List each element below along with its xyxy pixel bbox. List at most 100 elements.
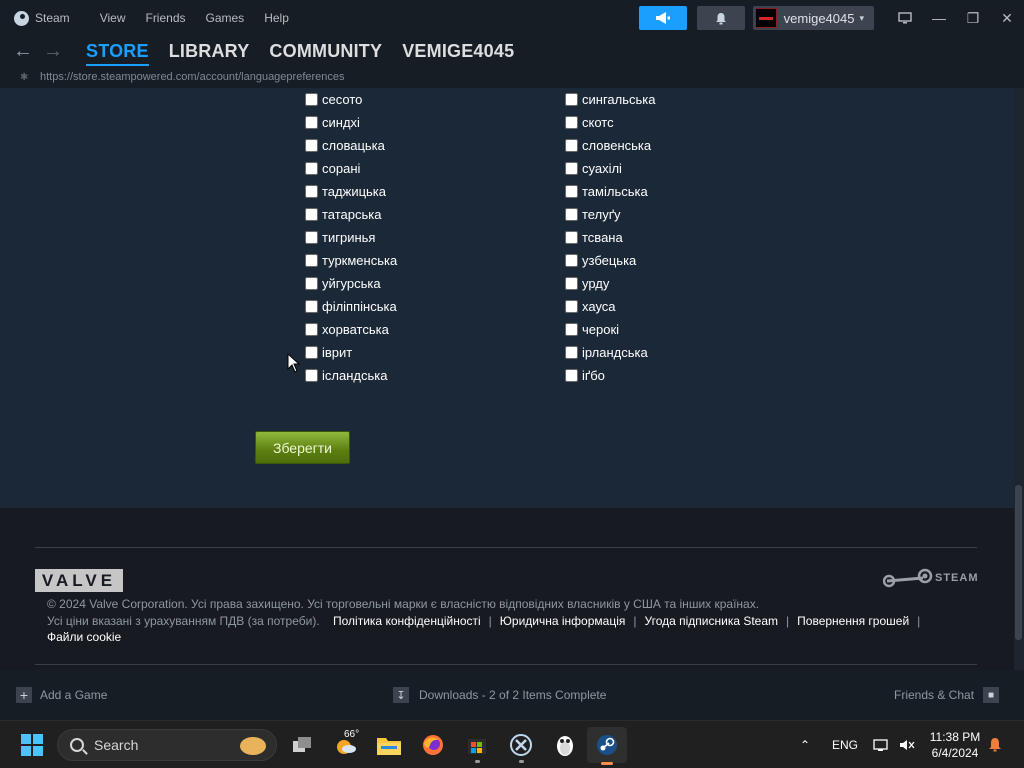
language-option[interactable]: сесото xyxy=(305,88,397,111)
language-option[interactable]: сорані xyxy=(305,157,397,180)
microsoft-store-icon[interactable] xyxy=(463,731,491,763)
language-option[interactable]: урду xyxy=(565,272,655,295)
maximize-button[interactable]: ❐ xyxy=(956,0,990,36)
notifications-button[interactable] xyxy=(696,6,745,30)
menu-help[interactable]: Help xyxy=(254,0,299,36)
language-checkbox[interactable] xyxy=(305,231,318,244)
language-option[interactable]: словенська xyxy=(565,134,655,157)
announcements-button[interactable] xyxy=(638,6,687,30)
language-checkbox[interactable] xyxy=(565,369,578,382)
file-explorer-icon[interactable] xyxy=(375,731,403,759)
add-game-button[interactable]: + Add a Game xyxy=(16,687,107,703)
subscriber-agreement-link[interactable]: Угода підписника Steam xyxy=(645,614,779,628)
steam-footer-logo[interactable]: STEAM xyxy=(883,568,979,588)
language-checkbox[interactable] xyxy=(305,300,318,313)
language-option[interactable]: узбецька xyxy=(565,249,655,272)
close-button[interactable]: ✕ xyxy=(990,0,1024,36)
language-option[interactable]: ісландська xyxy=(305,364,397,387)
language-option[interactable]: суахілі xyxy=(565,157,655,180)
tab-library[interactable]: LIBRARY xyxy=(169,41,250,62)
tab-profile[interactable]: VEMIGE4045 xyxy=(402,41,514,62)
language-checkbox[interactable] xyxy=(305,93,318,106)
show-hidden-icons-button[interactable]: ⌃ xyxy=(800,721,810,768)
friends-chat-button[interactable]: Friends & Chat ■ xyxy=(894,687,1000,703)
language-checkbox[interactable] xyxy=(305,208,318,221)
language-option[interactable]: іґбо xyxy=(565,364,655,387)
language-checkbox[interactable] xyxy=(565,116,578,129)
language-option[interactable]: сингальська xyxy=(565,88,655,111)
menu-friends[interactable]: Friends xyxy=(135,0,195,36)
language-checkbox[interactable] xyxy=(305,162,318,175)
language-option[interactable]: синдхі xyxy=(305,111,397,134)
language-option[interactable]: словацька xyxy=(305,134,397,157)
menu-games[interactable]: Games xyxy=(196,0,255,36)
language-option[interactable]: тсвана xyxy=(565,226,655,249)
legal-info-link[interactable]: Юридична інформація xyxy=(500,614,626,628)
language-checkbox[interactable] xyxy=(305,277,318,290)
language-checkbox[interactable] xyxy=(305,323,318,336)
language-option[interactable]: татарська xyxy=(305,203,397,226)
scrollbar-thumb[interactable] xyxy=(1015,485,1022,640)
tab-community[interactable]: COMMUNITY xyxy=(269,41,382,62)
language-option[interactable]: філіппінська xyxy=(305,295,397,318)
language-checkbox[interactable] xyxy=(305,369,318,382)
input-language-indicator[interactable]: ENG xyxy=(832,721,858,768)
language-option[interactable]: іврит xyxy=(305,341,397,364)
valve-logo[interactable]: VALVE xyxy=(35,569,123,592)
language-checkbox[interactable] xyxy=(305,185,318,198)
volume-muted-icon[interactable] xyxy=(899,721,915,768)
language-checkbox[interactable] xyxy=(565,93,578,106)
app-x-icon[interactable] xyxy=(507,731,535,763)
system-clock[interactable]: 11:38 PM 6/4/2024 xyxy=(920,729,990,761)
account-menu[interactable]: vemige4045 ▾ xyxy=(752,6,874,30)
page-url[interactable]: https://store.steampowered.com/account/l… xyxy=(40,71,345,83)
language-checkbox[interactable] xyxy=(565,346,578,359)
big-picture-button[interactable] xyxy=(888,0,922,36)
language-checkbox[interactable] xyxy=(305,139,318,152)
menu-view[interactable]: View xyxy=(90,0,136,36)
language-checkbox[interactable] xyxy=(565,185,578,198)
language-label: сингальська xyxy=(582,92,656,107)
firefox-icon[interactable] xyxy=(419,731,447,759)
language-checkbox[interactable] xyxy=(305,254,318,267)
language-checkbox[interactable] xyxy=(565,162,578,175)
steam-taskbar-icon[interactable] xyxy=(587,727,627,765)
language-checkbox[interactable] xyxy=(565,300,578,313)
cookies-link[interactable]: Файли cookie xyxy=(47,630,121,644)
minimize-button[interactable]: — xyxy=(922,0,956,36)
back-arrow-icon[interactable]: ← xyxy=(12,40,34,62)
language-checkbox[interactable] xyxy=(305,116,318,129)
tab-store[interactable]: STORE xyxy=(86,41,149,67)
language-option[interactable]: уйгурська xyxy=(305,272,397,295)
notification-bell-icon[interactable] xyxy=(988,721,1002,768)
language-option[interactable]: таджицька xyxy=(305,180,397,203)
steam-menu[interactable]: Steam xyxy=(14,0,80,36)
language-checkbox[interactable] xyxy=(305,346,318,359)
language-option[interactable]: тигринья xyxy=(305,226,397,249)
windows-start-button[interactable] xyxy=(21,734,43,756)
save-button[interactable]: Зберегти xyxy=(255,431,350,464)
task-view-icon[interactable] xyxy=(288,731,316,759)
privacy-policy-link[interactable]: Політика конфіденційності xyxy=(333,614,481,628)
taskbar-search[interactable]: Search xyxy=(57,729,277,761)
app-penguin-icon[interactable] xyxy=(551,731,579,759)
language-checkbox[interactable] xyxy=(565,277,578,290)
language-option[interactable]: телуґу xyxy=(565,203,655,226)
language-option[interactable]: скотс xyxy=(565,111,655,134)
language-checkbox[interactable] xyxy=(565,208,578,221)
language-label: синдхі xyxy=(322,115,360,130)
language-option[interactable]: туркменська xyxy=(305,249,397,272)
refunds-link[interactable]: Повернення грошей xyxy=(797,614,909,628)
language-option[interactable]: черокі xyxy=(565,318,655,341)
language-checkbox[interactable] xyxy=(565,254,578,267)
language-option[interactable]: хауса xyxy=(565,295,655,318)
language-option[interactable]: тамільська xyxy=(565,180,655,203)
language-checkbox[interactable] xyxy=(565,231,578,244)
forward-arrow-icon[interactable]: → xyxy=(42,40,64,62)
language-option[interactable]: ірландська xyxy=(565,341,655,364)
language-option[interactable]: хорватська xyxy=(305,318,397,341)
language-checkbox[interactable] xyxy=(565,323,578,336)
language-checkbox[interactable] xyxy=(565,139,578,152)
network-icon[interactable] xyxy=(873,721,889,768)
downloads-status[interactable]: ↧ Downloads - 2 of 2 Items Complete xyxy=(393,687,606,703)
